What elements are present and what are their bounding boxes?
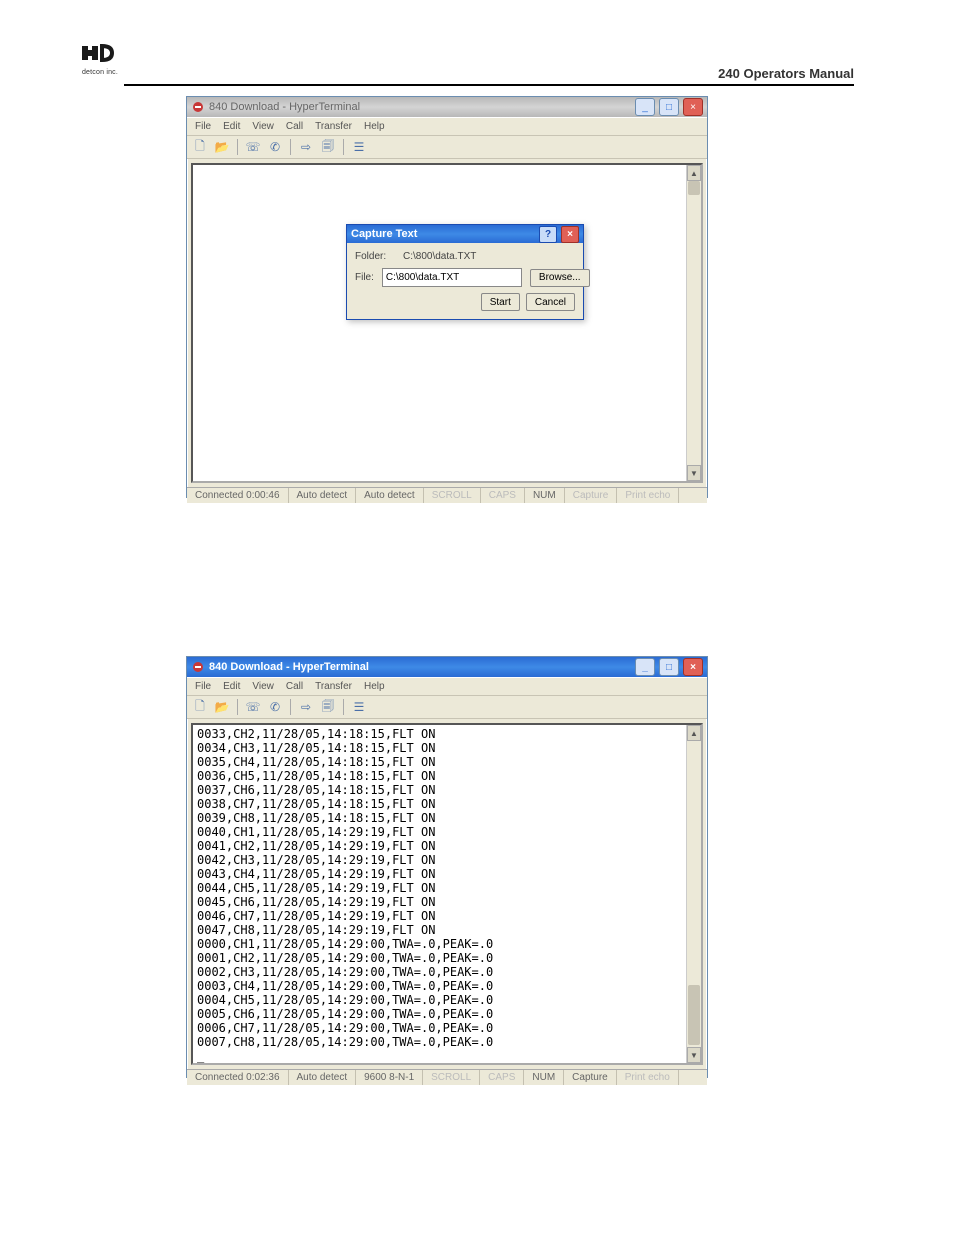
vertical-scrollbar[interactable]: ▲ ▼: [686, 725, 701, 1063]
menu-transfer[interactable]: Transfer: [313, 680, 354, 693]
status-capture: Capture: [565, 488, 618, 503]
scroll-down-icon[interactable]: ▼: [687, 465, 701, 481]
close-button[interactable]: ×: [683, 658, 703, 676]
dialog-titlebar[interactable]: Capture Text ? ×: [347, 225, 583, 243]
call-icon[interactable]: ☏: [244, 698, 262, 716]
folder-value: C:\800\data.TXT: [403, 251, 575, 262]
toolbar-1: 🗋 📂 ☏ ✆ ⇨ 🗐 ☰: [187, 135, 707, 159]
cancel-button[interactable]: Cancel: [526, 293, 575, 311]
status-autodetect: Auto detect: [289, 1070, 357, 1085]
status-printecho: Print echo: [617, 1070, 679, 1085]
hyperterminal-window-2: 840 Download - HyperTerminal _ □ × File …: [186, 656, 708, 1078]
menu-file[interactable]: File: [193, 680, 213, 693]
status-num: NUM: [524, 1070, 564, 1085]
menu-transfer[interactable]: Transfer: [313, 120, 354, 133]
titlebar-1[interactable]: 840 Download - HyperTerminal _ □ ×: [187, 97, 707, 117]
status-printecho: Print echo: [617, 488, 679, 503]
window-title-text: 840 Download - HyperTerminal: [209, 101, 360, 113]
status-scroll: SCROLL: [424, 488, 481, 503]
status-autodetect2: Auto detect: [356, 488, 424, 503]
help-button[interactable]: ?: [539, 226, 557, 243]
terminal-area-1[interactable]: ▲ ▼: [191, 163, 703, 483]
header-rule: [124, 84, 854, 86]
status-caps: CAPS: [480, 1070, 524, 1085]
status-baud: 9600 8-N-1: [356, 1070, 423, 1085]
disconnect-icon[interactable]: ✆: [266, 138, 284, 156]
open-icon[interactable]: 📂: [213, 698, 231, 716]
folder-label: Folder:: [355, 251, 395, 262]
receive-icon[interactable]: 🗐: [319, 698, 337, 716]
toolbar-sep: [237, 699, 238, 715]
vertical-scrollbar[interactable]: ▲ ▼: [686, 165, 701, 481]
window-title-text: 840 Download - HyperTerminal: [209, 661, 369, 673]
menu-help[interactable]: Help: [362, 120, 387, 133]
menu-help[interactable]: Help: [362, 680, 387, 693]
menu-view[interactable]: View: [250, 120, 276, 133]
close-button[interactable]: ×: [683, 98, 703, 116]
status-connection: Connected 0:00:46: [187, 488, 289, 503]
properties-icon[interactable]: ☰: [350, 138, 368, 156]
scroll-thumb[interactable]: [688, 985, 700, 1045]
status-connection: Connected 0:02:36: [187, 1070, 289, 1085]
send-icon[interactable]: ⇨: [297, 138, 315, 156]
detcon-logo: detcon inc.: [80, 40, 120, 72]
toolbar-sep: [343, 699, 344, 715]
titlebar-2[interactable]: 840 Download - HyperTerminal _ □ ×: [187, 657, 707, 677]
maximize-button[interactable]: □: [659, 658, 679, 676]
status-autodetect: Auto detect: [289, 488, 357, 503]
toolbar-sep: [290, 699, 291, 715]
scroll-thumb[interactable]: [688, 181, 700, 195]
page-title: 240 Operators Manual: [718, 66, 854, 81]
capture-text-dialog: Capture Text ? × Folder: C:\800\data.TXT…: [346, 224, 584, 320]
menu-edit[interactable]: Edit: [221, 680, 242, 693]
menu-file[interactable]: File: [193, 120, 213, 133]
dialog-close-button[interactable]: ×: [561, 226, 579, 243]
minimize-button[interactable]: _: [635, 98, 655, 116]
menu-bar-2: File Edit View Call Transfer Help: [187, 677, 707, 695]
file-input[interactable]: [382, 268, 522, 287]
new-icon[interactable]: 🗋: [191, 698, 209, 716]
browse-button[interactable]: Browse...: [530, 269, 590, 287]
send-icon[interactable]: ⇨: [297, 698, 315, 716]
dialog-title-text: Capture Text: [351, 228, 417, 240]
status-capture: Capture: [564, 1070, 617, 1085]
scroll-up-icon[interactable]: ▲: [687, 725, 701, 741]
terminal-area-2[interactable]: 0033,CH2,11/28/05,14:18:15,FLT ON 0034,C…: [191, 723, 703, 1065]
scroll-down-icon[interactable]: ▼: [687, 1047, 701, 1063]
menu-call[interactable]: Call: [284, 120, 305, 133]
menu-view[interactable]: View: [250, 680, 276, 693]
app-icon: [191, 660, 205, 674]
status-bar-2: Connected 0:02:36 Auto detect 9600 8-N-1…: [187, 1069, 707, 1085]
status-bar-1: Connected 0:00:46 Auto detect Auto detec…: [187, 487, 707, 503]
terminal-text: 0033,CH2,11/28/05,14:18:15,FLT ON 0034,C…: [193, 725, 701, 1065]
app-icon: [191, 100, 205, 114]
minimize-button[interactable]: _: [635, 658, 655, 676]
new-icon[interactable]: 🗋: [191, 138, 209, 156]
menu-bar-1: File Edit View Call Transfer Help: [187, 117, 707, 135]
open-icon[interactable]: 📂: [213, 138, 231, 156]
status-num: NUM: [525, 488, 565, 503]
receive-icon[interactable]: 🗐: [319, 138, 337, 156]
toolbar-2: 🗋 📂 ☏ ✆ ⇨ 🗐 ☰: [187, 695, 707, 719]
toolbar-sep: [343, 139, 344, 155]
status-scroll: SCROLL: [423, 1070, 480, 1085]
menu-edit[interactable]: Edit: [221, 120, 242, 133]
menu-call[interactable]: Call: [284, 680, 305, 693]
disconnect-icon[interactable]: ✆: [266, 698, 284, 716]
status-caps: CAPS: [481, 488, 525, 503]
scroll-up-icon[interactable]: ▲: [687, 165, 701, 181]
logo-text: detcon inc.: [80, 69, 120, 76]
toolbar-sep: [237, 139, 238, 155]
toolbar-sep: [290, 139, 291, 155]
file-label: File:: [355, 272, 374, 283]
call-icon[interactable]: ☏: [244, 138, 262, 156]
start-button[interactable]: Start: [481, 293, 520, 311]
properties-icon[interactable]: ☰: [350, 698, 368, 716]
maximize-button[interactable]: □: [659, 98, 679, 116]
